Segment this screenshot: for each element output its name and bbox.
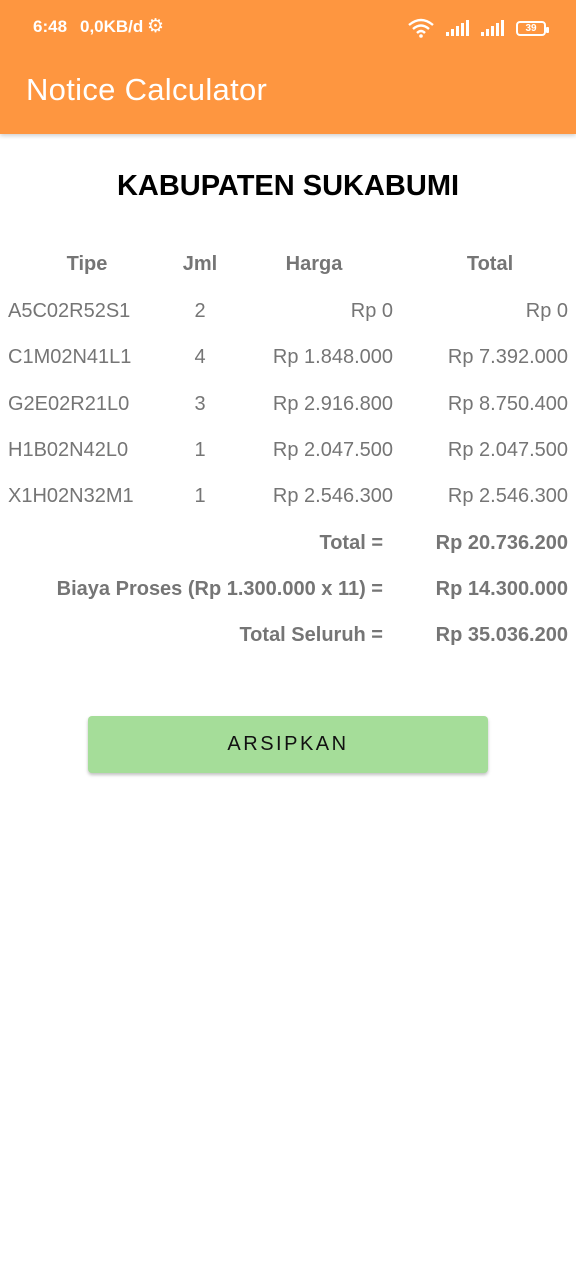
grand-total-value: Rp 35.036.200 bbox=[435, 624, 568, 646]
battery-level: 39 bbox=[525, 22, 537, 34]
column-header-tipe: Tipe bbox=[66, 253, 108, 275]
process-fee-label: Biaya Proses (Rp 1.300.000 x 11) = bbox=[56, 578, 383, 600]
cell-jml: 4 bbox=[194, 346, 206, 368]
subtotal-label: Total = bbox=[319, 532, 383, 554]
cell-harga: Rp 2.916.800 bbox=[272, 393, 393, 415]
app-title: Notice Calculator bbox=[26, 72, 268, 107]
cell-tipe: G2E02R21L0 bbox=[8, 393, 130, 415]
cell-tipe: X1H02N32M1 bbox=[8, 485, 134, 507]
gear-icon: ⚙ bbox=[147, 16, 165, 37]
cell-harga: Rp 0 bbox=[350, 300, 393, 322]
status-time: 6:48 bbox=[33, 17, 68, 36]
cell-harga: Rp 2.047.500 bbox=[272, 439, 393, 461]
process-fee-value: Rp 14.300.000 bbox=[435, 578, 568, 600]
status-bar: 6:48 0,0KB/d ⚙ 39 bbox=[0, 0, 576, 56]
cell-tipe: A5C02R52S1 bbox=[8, 300, 131, 322]
column-header-total: Total bbox=[466, 253, 514, 275]
battery-icon: 39 bbox=[516, 20, 549, 36]
cell-signal-icon bbox=[481, 20, 504, 36]
status-icons: 39 bbox=[408, 17, 549, 39]
cell-total: Rp 2.047.500 bbox=[447, 439, 568, 461]
app-bar: 6:48 0,0KB/d ⚙ 39 Notice Calculator bbox=[0, 0, 576, 134]
wifi-icon bbox=[408, 18, 434, 38]
column-header-jml: Jml bbox=[182, 253, 218, 275]
cell-harga: Rp 1.848.000 bbox=[272, 346, 393, 368]
status-network-speed: 0,0KB/d bbox=[80, 17, 144, 36]
cell-jml: 1 bbox=[194, 439, 206, 461]
cell-jml: 3 bbox=[194, 393, 206, 415]
cell-total: Rp 0 bbox=[525, 300, 568, 322]
subtotal-value: Rp 20.736.200 bbox=[435, 532, 568, 554]
cell-jml: 1 bbox=[194, 485, 206, 507]
cell-tipe: C1M02N41L1 bbox=[8, 346, 132, 368]
cell-total: Rp 8.750.400 bbox=[447, 393, 568, 415]
cell-tipe: H1B02N42L0 bbox=[8, 439, 129, 461]
cell-jml: 2 bbox=[194, 300, 206, 322]
cell-total: Rp 7.392.000 bbox=[447, 346, 568, 368]
column-header-harga: Harga bbox=[285, 253, 343, 275]
cell-harga: Rp 2.546.300 bbox=[272, 485, 393, 507]
cell-signal-icon bbox=[446, 20, 469, 36]
grand-total-label: Total Seluruh = bbox=[239, 624, 383, 646]
archive-button[interactable]: ARSIPKAN bbox=[88, 716, 488, 773]
cell-total: Rp 2.546.300 bbox=[447, 485, 568, 507]
page-heading: KABUPATEN SUKABUMI bbox=[116, 170, 460, 202]
